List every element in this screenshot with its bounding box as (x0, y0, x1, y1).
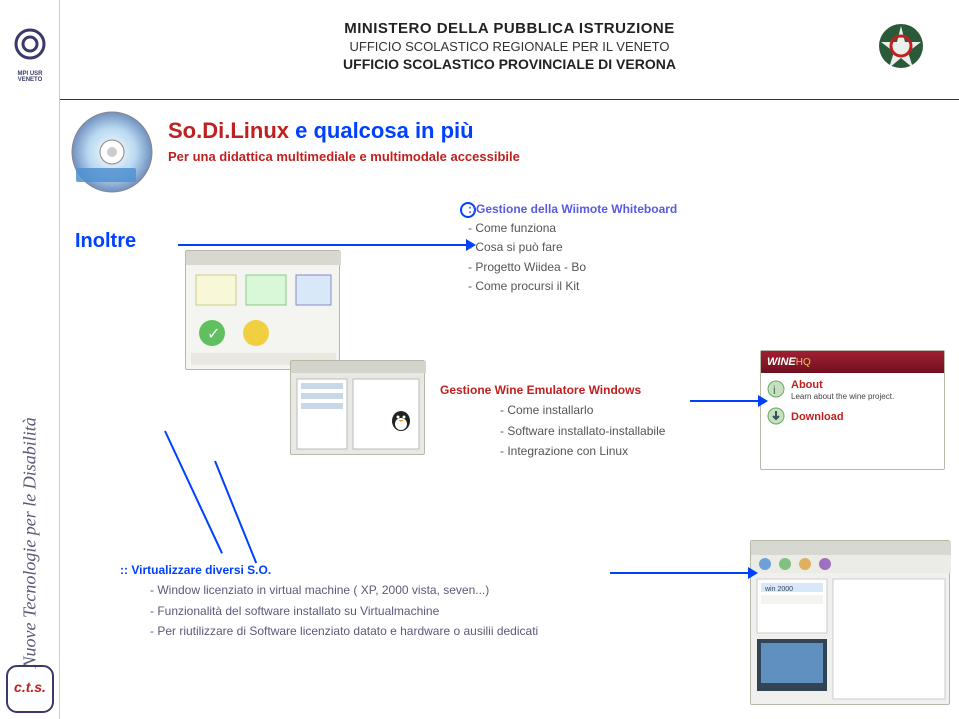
header-text-block: MINISTERO DELLA PUBBLICA ISTRUZIONE UFFI… (60, 0, 959, 72)
virtualization-item: - Per riutilizzare di Software licenziat… (150, 621, 538, 641)
page-title: So.Di.Linux e qualcosa in più Per una di… (168, 118, 520, 164)
svg-text:✓: ✓ (207, 326, 220, 343)
tux-linux-icon (388, 406, 414, 432)
arrow-icon (610, 572, 750, 574)
title-product-name: So.Di.Linux (168, 118, 289, 143)
italian-republic-emblem-icon (873, 18, 929, 74)
arrow-icon (690, 400, 760, 402)
download-icon (767, 407, 785, 427)
page-header: MINISTERO DELLA PUBBLICA ISTRUZIONE UFFI… (60, 0, 959, 100)
wiimote-item: - Cosa si può fare (468, 238, 677, 257)
winehq-logo-suffix: HQ (796, 357, 811, 368)
winehq-download-label: Download (791, 411, 844, 423)
info-icon: i (767, 380, 785, 400)
virtualbox-screenshot: win 2000 (750, 540, 950, 705)
inoltre-label: Inoltre (75, 230, 136, 253)
wine-item: - Software installato-installabile (500, 421, 665, 441)
title-suffix: e qualcosa in più (289, 118, 474, 143)
wine-heading: Gestione Wine Emulatore Windows (440, 380, 665, 400)
arrow-icon (164, 431, 223, 554)
org-logo-top-text: MPI USR VENETO (8, 71, 52, 83)
winehq-about-sub: Learn about the wine project. (791, 392, 894, 401)
virtualization-section: :: Virtualizzare diversi S.O. - Window l… (120, 560, 538, 642)
left-sidebar: MPI USR VENETO Nuove Tecnologie per le D… (0, 0, 60, 719)
sidebar-vertical-title: Nuove Tecnologie per le Disabilità (20, 417, 41, 668)
wiimote-item: - Progetto Wiidea - Bo (468, 258, 677, 277)
wiimote-heading: ::Gestione della Wiimote Whiteboard (468, 200, 677, 219)
winehq-about-label: About (791, 379, 823, 391)
svg-text:win 2000: win 2000 (764, 586, 793, 593)
cts-logo-text: c.t.s. (5, 679, 55, 695)
header-regional-office: UFFICIO SCOLASTICO REGIONALE PER IL VENE… (60, 39, 959, 54)
header-ministry: MINISTERO DELLA PUBBLICA ISTRUZIONE (60, 20, 959, 37)
cts-logo: c.t.s. (5, 664, 55, 714)
wine-item: - Come installarlo (500, 400, 665, 420)
virtualization-item: - Window licenziato in virtual machine (… (150, 580, 538, 600)
wiimote-item: - Come procursi il Kit (468, 277, 677, 296)
arrow-icon (178, 244, 468, 246)
virtualization-heading: :: Virtualizzare diversi S.O. (120, 560, 538, 580)
org-logo-top: MPI USR VENETO (8, 14, 52, 74)
wine-section: Gestione Wine Emulatore Windows - Come i… (440, 380, 665, 462)
header-provincial-office: UFFICIO SCOLASTICO PROVINCIALE DI VERONA (60, 56, 959, 72)
page-subtitle: Per una didattica multimediale e multimo… (168, 149, 520, 164)
sodilinux-cd-icon (70, 110, 155, 195)
wine-item: - Integrazione con Linux (500, 441, 665, 461)
virtualization-item: - Funzionalità del software installato s… (150, 601, 538, 621)
main-content: So.Di.Linux e qualcosa in più Per una di… (60, 100, 959, 719)
wiimote-item: - Come funziona (468, 219, 677, 238)
winehq-about-row: i About Learn about the wine project. Do… (761, 373, 944, 433)
wiimote-section: ::Gestione della Wiimote Whiteboard - Co… (468, 200, 677, 296)
winehq-logo-text: WINE (767, 356, 796, 368)
wiimote-screenshot: ✓ (185, 250, 340, 370)
winehq-website-screenshot: WINEHQ i About Learn about the wine proj… (760, 350, 945, 470)
svg-text:i: i (773, 383, 776, 397)
